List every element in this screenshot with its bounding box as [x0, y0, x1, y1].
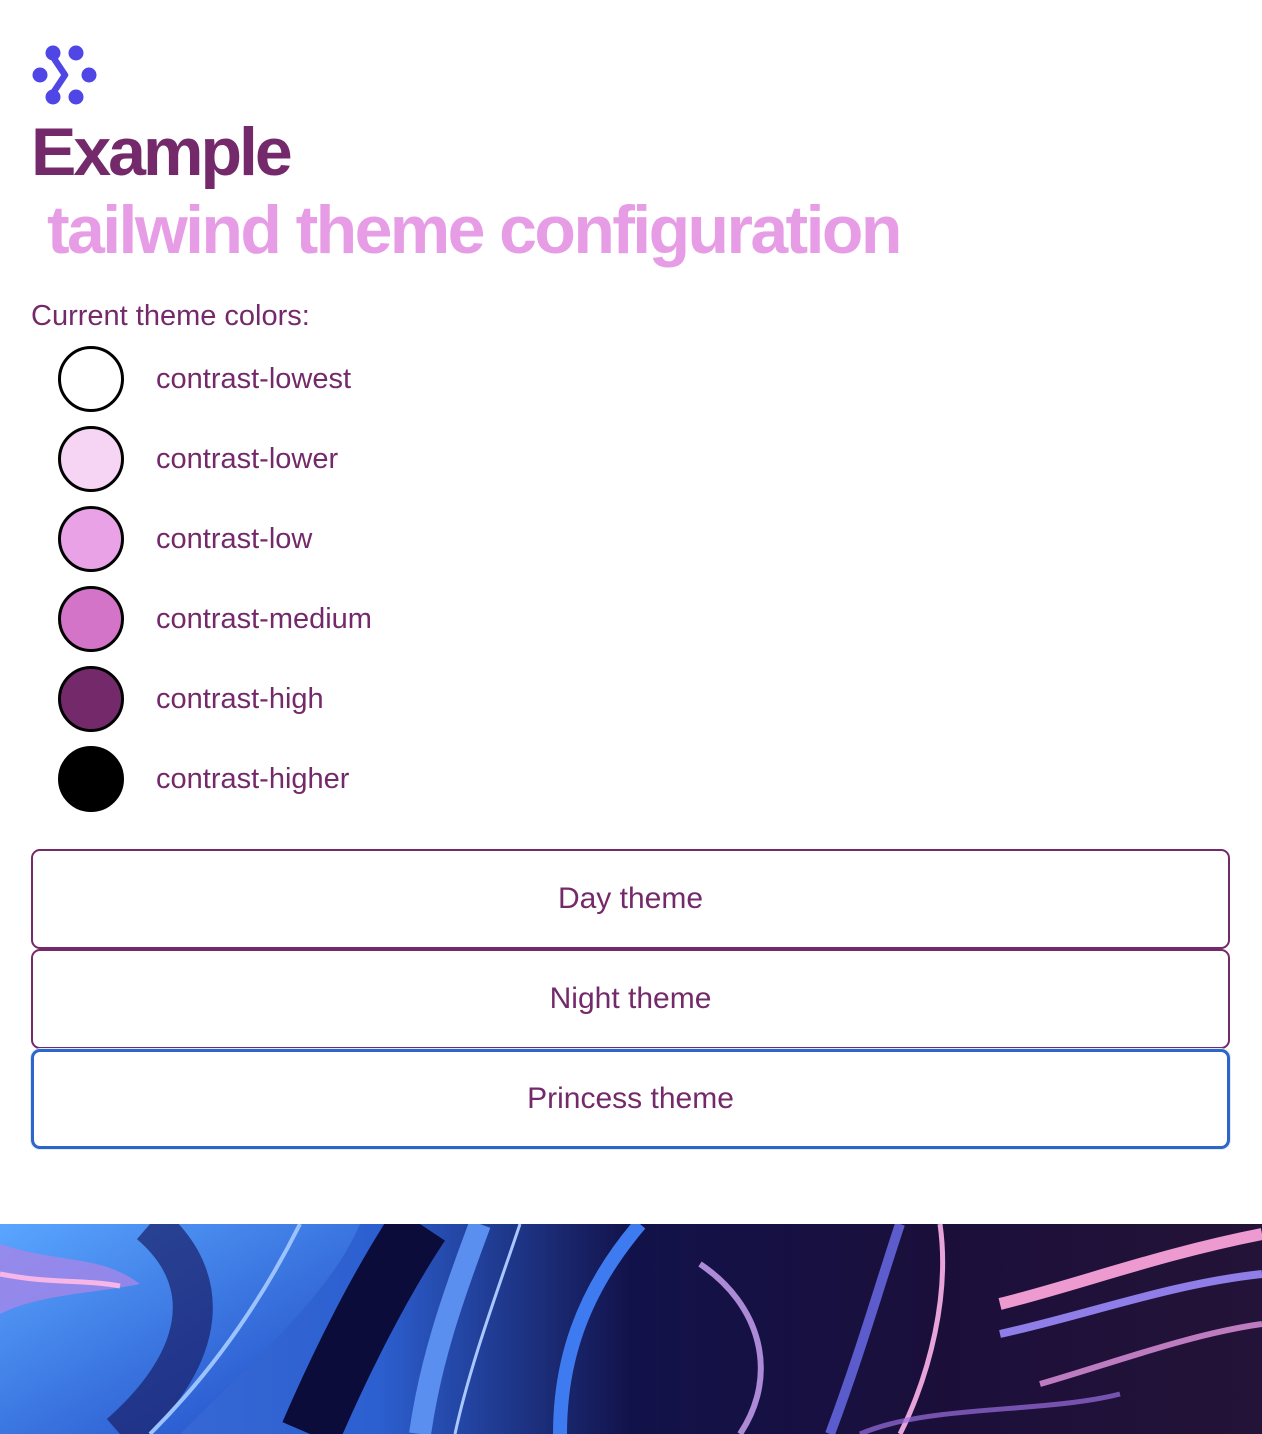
theme-colors-heading: Current theme colors: [31, 300, 310, 332]
page-subtitle: tailwind theme configuration [47, 192, 902, 268]
theme-button-group: Day theme Night theme Princess theme [31, 849, 1230, 1149]
page-content: Example tailwind theme configuration Cur… [31, 44, 1230, 1149]
color-swatch [58, 586, 124, 652]
page-title: Example [31, 114, 293, 190]
color-label: contrast-lower [156, 442, 339, 475]
dots-chevron-logo-icon [31, 44, 1230, 108]
theme-color-item: contrast-lowest [31, 339, 1230, 419]
color-label: contrast-higher [156, 762, 350, 795]
color-swatch [58, 666, 124, 732]
theme-color-item: contrast-high [31, 659, 1230, 739]
day-theme-button[interactable]: Day theme [31, 849, 1230, 949]
color-label: contrast-high [156, 682, 324, 715]
theme-color-item: contrast-higher [31, 739, 1230, 819]
color-swatch [58, 426, 124, 492]
night-theme-button[interactable]: Night theme [31, 949, 1230, 1049]
theme-color-list: contrast-lowest contrast-lower contrast-lo… [31, 339, 1230, 819]
abstract-wave-banner-image [0, 1224, 1262, 1434]
color-swatch [58, 346, 124, 412]
color-label: contrast-low [156, 522, 313, 555]
color-label: contrast-lowest [156, 362, 352, 395]
princess-theme-button[interactable]: Princess theme [31, 1049, 1230, 1149]
color-label: contrast-medium [156, 602, 372, 635]
color-swatch [58, 506, 124, 572]
theme-color-item: contrast-medium [31, 579, 1230, 659]
theme-color-item: contrast-low [31, 499, 1230, 579]
theme-color-item: contrast-lower [31, 419, 1230, 499]
color-swatch [58, 746, 124, 812]
